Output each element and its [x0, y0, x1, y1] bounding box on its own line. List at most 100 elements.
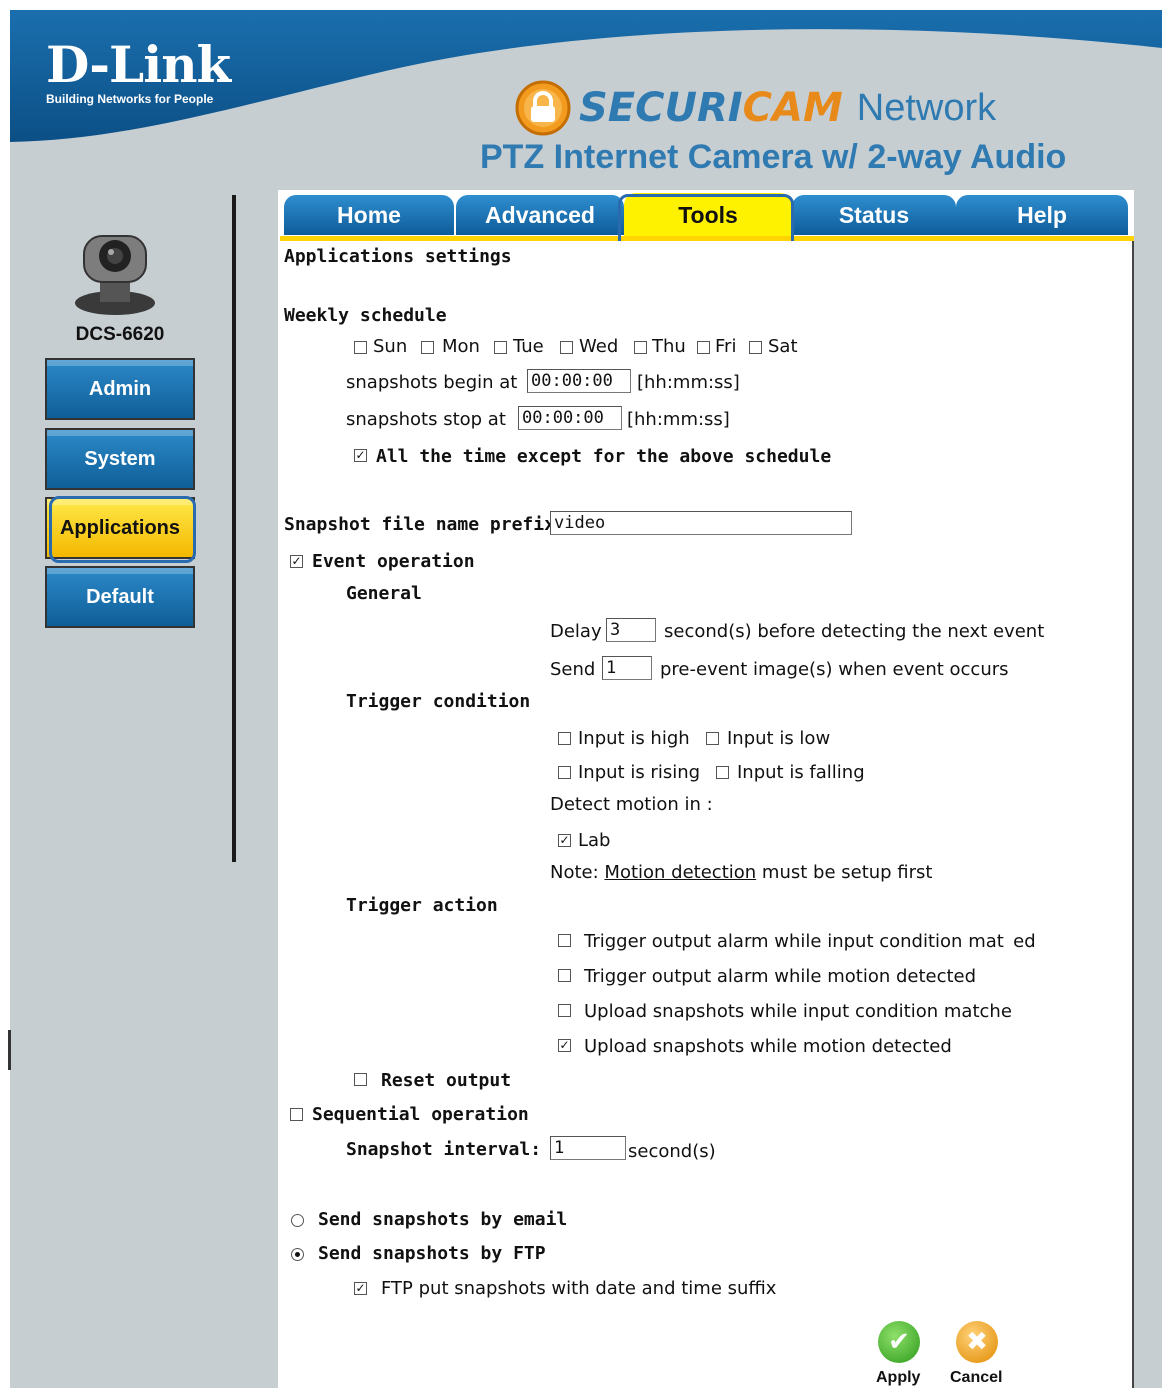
input-falling-checkbox[interactable]: [716, 766, 729, 779]
interval-suffix: second(s): [628, 1141, 716, 1162]
dlink-logo: D-Link: [46, 35, 231, 94]
day-fri-checkbox[interactable]: [697, 341, 710, 354]
action-alarm-input-checkbox[interactable]: [558, 934, 571, 947]
apply-label[interactable]: Apply: [876, 1369, 920, 1387]
day-wed-checkbox[interactable]: [560, 341, 573, 354]
ftp-radio[interactable]: [291, 1248, 304, 1261]
event-operation-label: Event operation: [312, 551, 475, 572]
input-low-checkbox[interactable]: [706, 732, 719, 745]
event-operation-checkbox[interactable]: ✓: [290, 555, 303, 568]
begin-time-input[interactable]: 00:00:00: [527, 369, 631, 393]
note-prefix: Note:: [550, 862, 599, 883]
sidebar-system-button[interactable]: System: [45, 428, 195, 490]
delay-input[interactable]: 3: [606, 618, 656, 642]
sidebar-default-button[interactable]: Default: [45, 566, 195, 628]
dlink-tagline: Building Networks for People: [46, 92, 214, 106]
reset-output-checkbox[interactable]: [354, 1073, 367, 1086]
checkmark-icon: ✔: [888, 1327, 910, 1357]
weekly-schedule-label: Weekly schedule: [284, 305, 447, 326]
delay-suffix: second(s) before detecting the next even…: [664, 621, 1045, 642]
send-input[interactable]: 1: [602, 656, 652, 680]
day-tue-checkbox[interactable]: [494, 341, 507, 354]
interval-label: Snapshot interval:: [346, 1139, 542, 1160]
action-upload-input-checkbox[interactable]: [558, 1004, 571, 1017]
delay-label: Delay: [550, 621, 602, 642]
product-title: PTZ Internet Camera w/ 2-way Audio: [480, 138, 1067, 176]
securicam-brand: SECURI CAM Network: [515, 78, 996, 138]
action-upload-motion-checkbox[interactable]: ✓: [558, 1039, 571, 1052]
cancel-button[interactable]: ✖: [956, 1321, 998, 1363]
left-edge-mark: [8, 1030, 11, 1070]
day-thu-label: Thu: [652, 336, 686, 357]
prefix-label: Snapshot file name prefix: [284, 514, 555, 535]
action-upload-input-label: Upload snapshots while input condition m…: [584, 1001, 1012, 1022]
ftp-radio-label: Send snapshots by FTP: [318, 1243, 546, 1264]
reset-output-label: Reset output: [381, 1070, 512, 1091]
day-tue-label: Tue: [513, 336, 544, 357]
close-icon: ✖: [966, 1327, 988, 1357]
ptz-camera-image: [75, 235, 155, 315]
except-schedule-checkbox[interactable]: ✓: [354, 449, 367, 462]
day-fri-label: Fri: [715, 336, 737, 357]
day-mon-checkbox[interactable]: [421, 341, 434, 354]
action-alarm-motion-checkbox[interactable]: [558, 969, 571, 982]
motion-lab-label: Lab: [578, 830, 611, 851]
tab-home[interactable]: Home: [284, 195, 454, 235]
send-suffix: pre-event image(s) when event occurs: [660, 659, 1009, 680]
input-rising-label: Input is rising: [578, 762, 701, 783]
apply-button[interactable]: ✔: [878, 1321, 920, 1363]
prefix-input[interactable]: video: [550, 511, 852, 535]
day-sun-checkbox[interactable]: [354, 341, 367, 354]
send-label: Send: [550, 659, 596, 680]
detect-motion-label: Detect motion in :: [550, 794, 713, 815]
sequential-operation-label: Sequential operation: [312, 1104, 529, 1125]
day-sat-label: Sat: [768, 336, 798, 357]
ftp-suffix-checkbox[interactable]: ✓: [354, 1282, 367, 1295]
header-banner: D-Link Building Networks for People SECU…: [10, 10, 1162, 190]
right-margin: [1134, 190, 1162, 1388]
note-suffix: must be setup first: [761, 862, 933, 883]
input-low-label: Input is low: [727, 728, 831, 749]
brand-network: Network: [856, 86, 997, 129]
lock-icon: [515, 80, 571, 136]
email-radio[interactable]: [291, 1214, 304, 1227]
day-sat-checkbox[interactable]: [749, 341, 762, 354]
snapshots-stop-label: snapshots stop at: [346, 409, 506, 430]
trigger-action-label: Trigger action: [346, 895, 498, 916]
begin-time-format: [hh:mm:ss]: [637, 372, 740, 393]
input-high-checkbox[interactable]: [558, 732, 571, 745]
tab-advanced[interactable]: Advanced: [456, 195, 624, 235]
input-falling-label: Input is falling: [737, 762, 865, 783]
settings-panel: Applications settings Weekly schedule Su…: [280, 241, 1134, 1388]
applications-highlight-ring: [49, 496, 196, 563]
brand-cam: CAM: [742, 85, 843, 131]
day-thu-checkbox[interactable]: [634, 341, 647, 354]
stop-time-format: [hh:mm:ss]: [627, 409, 730, 430]
action-alarm-input-label: Trigger output alarm while input conditi…: [584, 931, 1036, 952]
trigger-condition-label: Trigger condition: [346, 691, 531, 712]
section-title: Applications settings: [284, 246, 512, 267]
action-alarm-motion-label: Trigger output alarm while motion detect…: [584, 966, 977, 987]
sidebar-admin-button[interactable]: Admin: [45, 358, 195, 420]
sequential-operation-checkbox[interactable]: [290, 1108, 303, 1121]
email-radio-label: Send snapshots by email: [318, 1209, 568, 1230]
input-high-label: Input is high: [578, 728, 690, 749]
action-upload-motion-label: Upload snapshots while motion detected: [584, 1036, 952, 1057]
snapshots-begin-label: snapshots begin at: [346, 372, 518, 393]
input-rising-checkbox[interactable]: [558, 766, 571, 779]
motion-lab-checkbox[interactable]: ✓: [558, 834, 571, 847]
ftp-suffix-label: FTP put snapshots with date and time suf…: [381, 1278, 777, 1299]
day-sun-label: Sun: [373, 336, 408, 357]
cancel-label[interactable]: Cancel: [950, 1369, 1002, 1387]
day-mon-label: Mon: [442, 336, 480, 357]
model-name: DCS-6620: [75, 324, 165, 345]
motion-note: Note: Motion detection must be setup fir…: [550, 862, 932, 884]
motion-detection-link[interactable]: Motion detection: [604, 862, 756, 883]
tab-help[interactable]: Help: [956, 195, 1128, 235]
tab-status[interactable]: Status: [792, 195, 956, 235]
stop-time-input[interactable]: 00:00:00: [518, 406, 622, 430]
general-label: General: [346, 583, 422, 604]
interval-input[interactable]: 1: [550, 1136, 626, 1160]
day-wed-label: Wed: [579, 336, 619, 357]
except-schedule-label: All the time except for the above schedu…: [376, 446, 832, 467]
